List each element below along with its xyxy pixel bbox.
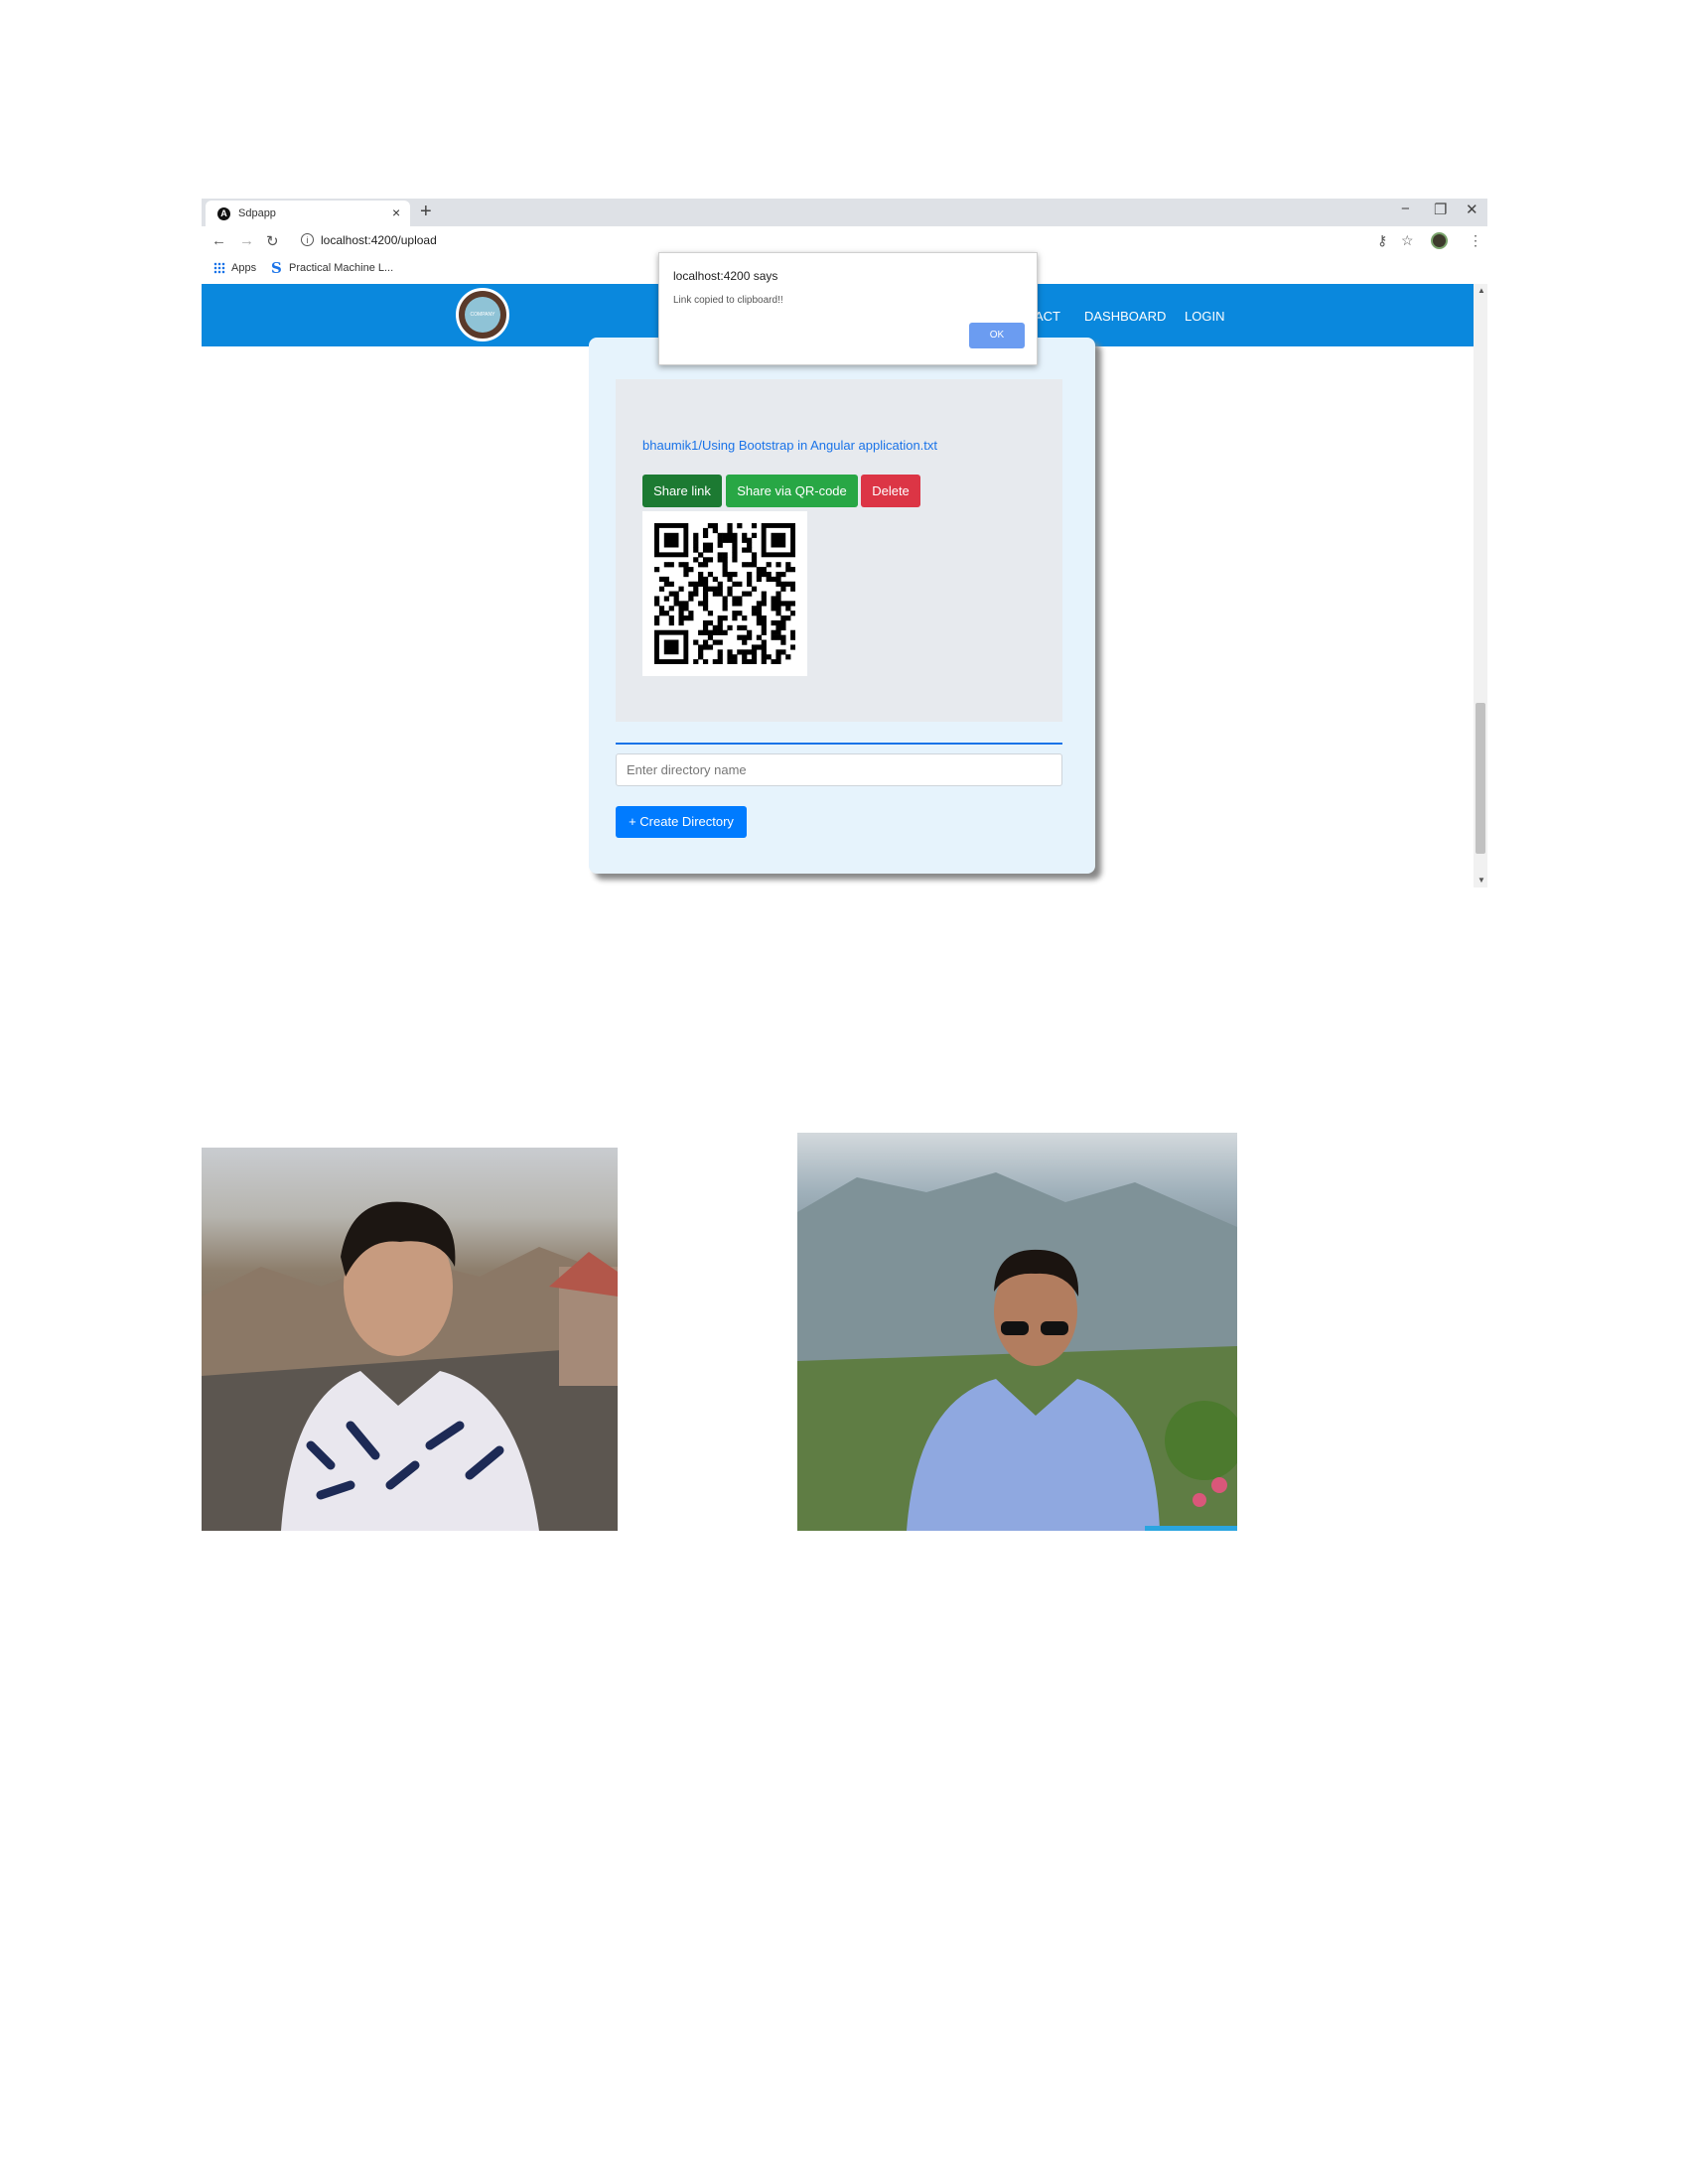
menu-dots-icon[interactable]: ⋮ (1469, 232, 1482, 249)
create-directory-button[interactable]: + Create Directory (616, 806, 747, 838)
person-photo-right (797, 1133, 1237, 1531)
alert-title: localhost:4200 says (673, 269, 778, 283)
directory-name-input[interactable] (616, 753, 1062, 786)
person-photo-right-graphic (797, 1172, 1237, 1531)
scroll-down-icon[interactable]: ▼ (1477, 876, 1485, 885)
alert-dialog: localhost:4200 says Link copied to clipb… (658, 252, 1038, 365)
person-photo-left-graphic (202, 1201, 618, 1531)
qr-code-graphic (654, 523, 795, 664)
tab-close-icon[interactable]: × (392, 205, 400, 220)
alert-message: Link copied to clipboard!! (673, 295, 783, 306)
info-icon[interactable]: i (301, 233, 314, 246)
share-qr-button[interactable]: Share via QR-code (726, 475, 858, 507)
vertical-scrollbar[interactable]: ▲ ▼ (1474, 284, 1487, 887)
tab-strip: A Sdpapp × + − ❐ ✕ (202, 199, 1487, 226)
tab-sdpapp[interactable]: A Sdpapp × (206, 201, 410, 226)
nav-dashboard[interactable]: DASHBOARD (1084, 309, 1166, 324)
file-link[interactable]: bhaumik1/Using Bootstrap in Angular appl… (642, 438, 937, 453)
delete-button[interactable]: Delete (861, 475, 920, 507)
key-icon[interactable]: ⚷ (1377, 232, 1387, 249)
logo-text: COMPANY LOGO (465, 297, 500, 353)
profile-avatar[interactable] (1431, 232, 1448, 249)
section-divider (616, 743, 1062, 745)
reload-icon[interactable]: ↻ (266, 232, 279, 250)
bookmark-apps[interactable]: Apps (231, 262, 256, 274)
tab-title: Sdpapp (238, 207, 276, 219)
browser-window: A Sdpapp × + − ❐ ✕ ← → ↻ i localhost:420… (202, 199, 1487, 887)
file-panel: bhaumik1/Using Bootstrap in Angular appl… (616, 379, 1062, 722)
angular-favicon-icon: A (217, 207, 230, 220)
company-logo[interactable]: COMPANY LOGO (456, 288, 509, 353)
restore-icon[interactable]: ❐ (1434, 201, 1447, 218)
address-bar[interactable]: localhost:4200/upload (321, 233, 437, 247)
forward-arrow-icon[interactable]: → (239, 232, 254, 249)
nav-login[interactable]: LOGIN (1185, 309, 1224, 324)
share-link-button[interactable]: Share link (642, 475, 722, 507)
alert-ok-button[interactable]: OK (969, 323, 1025, 348)
qr-code-image (642, 511, 807, 676)
scroll-up-icon[interactable]: ▲ (1477, 286, 1485, 295)
apps-grid-icon[interactable] (213, 262, 225, 274)
upload-card: bhaumik1/Using Bootstrap in Angular appl… (589, 338, 1095, 874)
person-photo-left (202, 1148, 618, 1531)
scroll-thumb[interactable] (1476, 703, 1485, 854)
new-tab-button[interactable]: + (420, 201, 432, 223)
bookmark-s-icon: S (271, 259, 282, 277)
back-arrow-icon[interactable]: ← (211, 232, 226, 249)
close-window-icon[interactable]: ✕ (1466, 201, 1478, 218)
bookmark-practical-machine[interactable]: Practical Machine L... (289, 262, 393, 274)
minimize-icon[interactable]: − (1401, 201, 1410, 217)
star-icon[interactable]: ☆ (1401, 232, 1414, 249)
